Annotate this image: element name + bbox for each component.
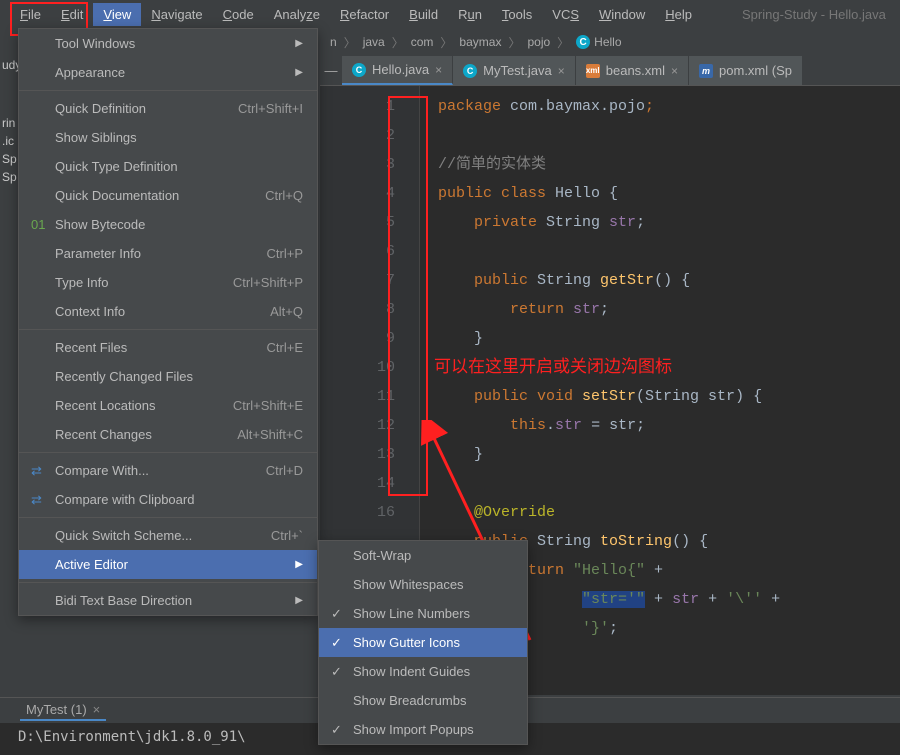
breadcrumb-part[interactable]: com [411, 35, 434, 49]
menu-view[interactable]: View [93, 3, 141, 26]
menu-run[interactable]: Run [448, 3, 492, 26]
menu-window[interactable]: Window [589, 3, 655, 26]
menubar: File Edit View Navigate Code Analyze Ref… [0, 0, 900, 28]
breadcrumb-start: n [330, 35, 337, 49]
menu-file[interactable]: File [10, 3, 51, 26]
view-menu-dropdown: Tool Windows▶ Appearance▶ Quick Definiti… [18, 28, 318, 616]
menu-context-info[interactable]: Context InfoAlt+Q [19, 297, 317, 326]
menu-active-editor[interactable]: Active Editor▶ [19, 550, 317, 579]
collapse-icon[interactable]: — [320, 56, 342, 85]
compare-icon [31, 463, 47, 479]
chevron-right-icon: 〉 [557, 34, 569, 51]
chevron-right-icon: 〉 [440, 34, 452, 51]
menu-separator [19, 329, 317, 330]
tab-mytest[interactable]: C MyTest.java × [453, 56, 576, 85]
chevron-right-icon: ▶ [295, 595, 303, 606]
menu-parameter-info[interactable]: Parameter InfoCtrl+P [19, 239, 317, 268]
menu-navigate[interactable]: Navigate [141, 3, 212, 26]
chevron-right-icon: ▶ [295, 38, 303, 49]
menu-tools[interactable]: Tools [492, 3, 542, 26]
check-icon: ✓ [331, 722, 342, 738]
tab-label: pom.xml (Sp [719, 63, 792, 78]
menu-separator [19, 90, 317, 91]
breadcrumb-final[interactable]: Hello [594, 35, 621, 49]
menu-tool-windows[interactable]: Tool Windows▶ [19, 29, 317, 58]
close-icon[interactable]: × [558, 64, 565, 78]
menu-help[interactable]: Help [655, 3, 702, 26]
menu-recently-changed-files[interactable]: Recently Changed Files [19, 362, 317, 391]
menu-recent-changes[interactable]: Recent ChangesAlt+Shift+C [19, 420, 317, 449]
xml-icon: xml [586, 64, 600, 78]
menu-appearance[interactable]: Appearance▶ [19, 58, 317, 87]
menu-quick-type-definition[interactable]: Quick Type Definition [19, 152, 317, 181]
tab-beans[interactable]: xml beans.xml × [576, 56, 689, 85]
check-icon: ✓ [331, 664, 342, 680]
menu-show-siblings[interactable]: Show Siblings [19, 123, 317, 152]
bytecode-icon: 01 [31, 217, 47, 233]
compare-icon [31, 492, 47, 508]
chevron-right-icon: ▶ [295, 559, 303, 570]
close-icon[interactable]: × [435, 63, 442, 77]
menu-separator [19, 452, 317, 453]
submenu-show-breadcrumbs[interactable]: Show Breadcrumbs [319, 686, 527, 715]
menu-build[interactable]: Build [399, 3, 448, 26]
menu-compare-clipboard[interactable]: Compare with Clipboard [19, 485, 317, 514]
editor-tabs: — C Hello.java × C MyTest.java × xml bea… [320, 56, 900, 86]
submenu-show-indent-guides[interactable]: ✓Show Indent Guides [319, 657, 527, 686]
annotation-text: 可以在这里开启或关闭边沟图标 [434, 352, 672, 377]
class-icon: C [352, 63, 366, 77]
menu-separator [19, 517, 317, 518]
submenu-show-whitespaces[interactable]: Show Whitespaces [319, 570, 527, 599]
menu-quick-switch-scheme[interactable]: Quick Switch Scheme...Ctrl+` [19, 521, 317, 550]
maven-icon: m [699, 64, 713, 78]
chevron-right-icon: 〉 [344, 34, 356, 51]
menu-code[interactable]: Code [213, 3, 264, 26]
window-title: Spring-Study - Hello.java [742, 7, 886, 22]
menu-bidi-direction[interactable]: Bidi Text Base Direction▶ [19, 586, 317, 615]
tab-pom[interactable]: m pom.xml (Sp [689, 56, 803, 85]
run-tab[interactable]: MyTest (1) × [20, 700, 106, 721]
check-icon: ✓ [331, 606, 342, 622]
tab-hello[interactable]: C Hello.java × [342, 56, 453, 85]
breadcrumb-part[interactable]: java [363, 35, 385, 49]
check-icon: ✓ [331, 635, 342, 651]
menu-recent-locations[interactable]: Recent LocationsCtrl+Shift+E [19, 391, 317, 420]
submenu-show-import-popups[interactable]: ✓Show Import Popups [319, 715, 527, 744]
menu-vcs[interactable]: VCS [542, 3, 589, 26]
menu-recent-files[interactable]: Recent FilesCtrl+E [19, 333, 317, 362]
menu-separator [19, 582, 317, 583]
chevron-right-icon: ▶ [295, 67, 303, 78]
breadcrumb-part[interactable]: pojo [527, 35, 550, 49]
breadcrumb: n 〉 java 〉 com 〉 baymax 〉 pojo 〉 C Hello [320, 28, 900, 56]
chevron-right-icon: 〉 [392, 34, 404, 51]
tab-label: Hello.java [372, 62, 429, 77]
active-editor-submenu: Soft-Wrap Show Whitespaces ✓Show Line Nu… [318, 540, 528, 745]
class-icon: C [463, 64, 477, 78]
tab-label: MyTest (1) [26, 702, 87, 717]
menu-quick-documentation[interactable]: Quick DocumentationCtrl+Q [19, 181, 317, 210]
class-icon: C [576, 35, 590, 49]
submenu-show-gutter-icons[interactable]: ✓Show Gutter Icons [319, 628, 527, 657]
menu-edit[interactable]: Edit [51, 3, 93, 26]
breadcrumb-part[interactable]: baymax [459, 35, 501, 49]
submenu-show-line-numbers[interactable]: ✓Show Line Numbers [319, 599, 527, 628]
menu-show-bytecode[interactable]: 01Show Bytecode [19, 210, 317, 239]
menu-analyze[interactable]: Analyze [264, 3, 330, 26]
close-icon[interactable]: × [93, 702, 101, 717]
menu-compare-with[interactable]: Compare With...Ctrl+D [19, 456, 317, 485]
menu-refactor[interactable]: Refactor [330, 3, 399, 26]
close-icon[interactable]: × [671, 64, 678, 78]
submenu-soft-wrap[interactable]: Soft-Wrap [319, 541, 527, 570]
chevron-right-icon: 〉 [508, 34, 520, 51]
tab-label: MyTest.java [483, 63, 552, 78]
menu-type-info[interactable]: Type InfoCtrl+Shift+P [19, 268, 317, 297]
tab-label: beans.xml [606, 63, 665, 78]
menu-quick-definition[interactable]: Quick DefinitionCtrl+Shift+I [19, 94, 317, 123]
